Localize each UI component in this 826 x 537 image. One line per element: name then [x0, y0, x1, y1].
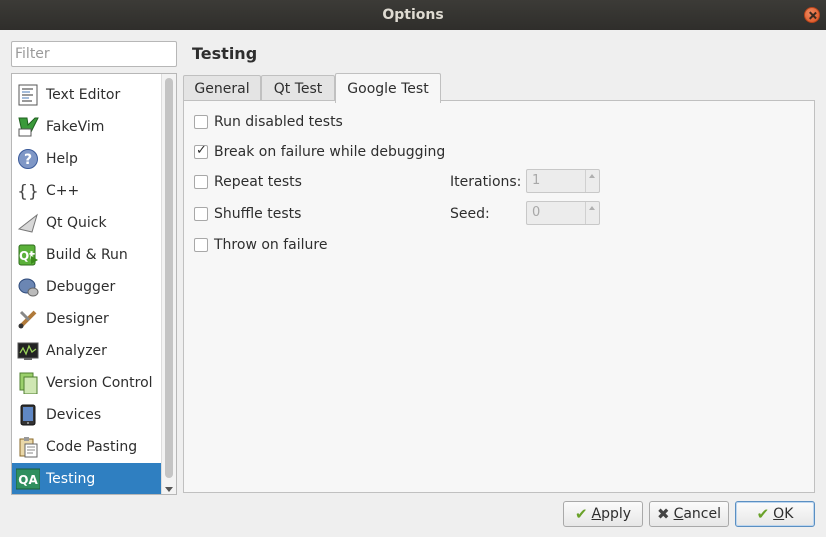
seed-label: Seed: [450, 206, 490, 222]
category-label: Version Control [46, 375, 153, 391]
throw-on-failure-label: Throw on failure [214, 237, 328, 253]
qt-quick-icon [16, 211, 40, 235]
run-disabled-tests-label: Run disabled tests [214, 114, 343, 130]
cpp-braces-icon: {} [16, 179, 40, 203]
throw-on-failure-checkbox[interactable] [194, 238, 208, 252]
throw-on-failure-option[interactable]: Throw on failure [194, 237, 327, 253]
category-help[interactable]: ? Help [12, 143, 162, 175]
repeat-tests-checkbox[interactable] [194, 175, 208, 189]
google-test-panel: Run disabled tests Break on failure whil… [183, 100, 815, 493]
category-debugger[interactable]: Debugger [12, 271, 162, 303]
category-fakevim[interactable]: FakeVim [12, 111, 162, 143]
category-cpp[interactable]: {} C++ [12, 175, 162, 207]
category-label: Build & Run [46, 247, 128, 263]
filter-input[interactable] [11, 41, 177, 67]
tab-general[interactable]: General [183, 75, 261, 101]
checkmark-icon: ✔ [756, 505, 770, 523]
repeat-tests-label: Repeat tests [214, 174, 302, 190]
category-label: Help [46, 151, 78, 167]
svg-text:?: ? [24, 152, 32, 168]
category-version-control[interactable]: Version Control [12, 367, 162, 399]
code-pasting-icon [16, 435, 40, 459]
scrollbar-thumb[interactable] [165, 78, 173, 478]
category-list: Text Editor FakeVim ? Help {} C++ Qt Qui… [11, 73, 177, 495]
analyzer-icon [16, 339, 40, 363]
cancel-label: Cancel [673, 506, 721, 522]
shuffle-tests-label: Shuffle tests [214, 206, 302, 222]
window-title: Options [382, 7, 444, 23]
scroll-down-arrow-icon[interactable] [165, 487, 173, 492]
tab-qt-test[interactable]: Qt Test [261, 75, 335, 101]
text-editor-icon [16, 83, 40, 107]
iterations-spin-buttons[interactable] [585, 170, 599, 192]
spin-up-arrow-icon[interactable] [589, 174, 595, 178]
apply-button[interactable]: ✔ Apply [563, 501, 643, 527]
repeat-tests-option[interactable]: Repeat tests [194, 174, 302, 190]
apply-label: Apply [591, 506, 632, 522]
break-on-failure-label: Break on failure while debugging [214, 144, 446, 160]
category-label: Devices [46, 407, 102, 423]
category-designer[interactable]: Designer [12, 303, 162, 335]
spin-up-arrow-icon[interactable] [589, 206, 595, 210]
iterations-spinbox[interactable]: 1 [526, 169, 600, 193]
category-testing[interactable]: QA Testing [12, 463, 162, 494]
category-label: Text Editor [46, 87, 121, 103]
title-bar: Options [0, 0, 826, 30]
checkmark-icon: ✔ [574, 505, 588, 523]
build-run-icon: Qt [16, 243, 40, 267]
tab-google-test[interactable]: Google Test [335, 73, 441, 103]
category-analyzer[interactable]: Analyzer [12, 335, 162, 367]
page-title: Testing [192, 44, 258, 63]
version-control-icon [16, 371, 40, 395]
devices-icon [16, 403, 40, 427]
svg-text:{}: {} [17, 182, 39, 202]
testing-qa-icon: QA [16, 467, 40, 491]
category-label: Qt Quick [46, 215, 107, 231]
testing-qa-icon-text: QA [18, 473, 38, 487]
options-dialog: Text Editor FakeVim ? Help {} C++ Qt Qui… [0, 30, 826, 537]
category-label: Testing [46, 471, 96, 487]
category-label: Designer [46, 311, 109, 327]
designer-icon [16, 307, 40, 331]
seed-value: 0 [532, 205, 541, 220]
category-text-editor[interactable]: Text Editor [12, 79, 162, 111]
category-label: Analyzer [46, 343, 107, 359]
category-devices[interactable]: Devices [12, 399, 162, 431]
seed-spinbox[interactable]: 0 [526, 201, 600, 225]
debugger-icon [16, 275, 40, 299]
category-label: Debugger [46, 279, 116, 295]
category-code-pasting[interactable]: Code Pasting [12, 431, 162, 463]
category-label: C++ [46, 183, 80, 199]
category-label: Code Pasting [46, 439, 138, 455]
cancel-button[interactable]: ✖ Cancel [649, 501, 729, 527]
help-icon: ? [16, 147, 40, 171]
iterations-label: Iterations: [450, 174, 522, 190]
cross-icon: ✖ [656, 505, 670, 523]
category-qt-quick[interactable]: Qt Quick [12, 207, 162, 239]
break-on-failure-checkbox[interactable] [194, 143, 208, 159]
seed-spin-buttons[interactable] [585, 202, 599, 224]
ok-button[interactable]: ✔ OK [735, 501, 815, 527]
close-window-button[interactable] [804, 7, 820, 23]
category-label: FakeVim [46, 119, 105, 135]
run-disabled-tests-option[interactable]: Run disabled tests [194, 114, 343, 130]
category-scrollbar[interactable] [161, 74, 176, 494]
category-build-run[interactable]: Qt Build & Run [12, 239, 162, 271]
ok-label: OK [773, 506, 794, 522]
run-disabled-tests-checkbox[interactable] [194, 115, 208, 129]
iterations-value: 1 [532, 173, 541, 188]
shuffle-tests-option[interactable]: Shuffle tests [194, 206, 301, 222]
fakevim-icon [16, 115, 40, 139]
shuffle-tests-checkbox[interactable] [194, 207, 208, 221]
break-on-failure-option[interactable]: Break on failure while debugging [194, 143, 446, 160]
